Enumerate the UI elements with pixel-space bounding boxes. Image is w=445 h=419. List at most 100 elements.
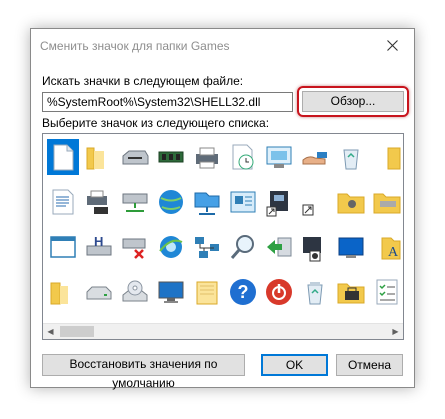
icon-cell[interactable] [335, 139, 367, 175]
icon-cell[interactable] [227, 184, 259, 220]
icon-list[interactable]: H A? ◀ ▶ [42, 133, 404, 340]
text-document-icon [52, 189, 74, 215]
title-bar[interactable]: Сменить значок для папки Games [31, 29, 414, 61]
drive-folder-icon [373, 193, 401, 214]
icon-cell[interactable] [119, 139, 151, 175]
globe-icon [159, 190, 183, 214]
window-icon [50, 236, 76, 258]
magnifier-icon [230, 235, 254, 259]
icon-cell[interactable] [191, 229, 223, 265]
icon-cell[interactable] [119, 229, 151, 265]
icon-cell[interactable] [299, 184, 331, 220]
icon-cell[interactable] [191, 274, 223, 310]
folder-icon [86, 147, 104, 170]
blue-screen-icon [338, 237, 364, 258]
sharing-hand-icon [302, 152, 327, 165]
horizontal-scrollbar[interactable]: ◀ ▶ [43, 323, 403, 339]
icon-cell[interactable] [47, 274, 79, 310]
yellow-folder-icon [50, 282, 68, 305]
network-drive-icon [122, 193, 148, 212]
icon-cell[interactable] [47, 139, 79, 175]
power-icon [266, 279, 292, 305]
icon-cell[interactable] [263, 274, 295, 310]
browse-button[interactable]: Обзор... [302, 91, 404, 112]
list-label: Выберите значок из следующего списка: [42, 116, 270, 130]
memory-chip-icon [158, 151, 184, 163]
icon-cell[interactable] [335, 274, 367, 310]
cd-drive-icon [122, 280, 148, 302]
icon-cell[interactable] [371, 274, 403, 310]
display-properties-icon [266, 146, 292, 168]
close-button[interactable] [370, 29, 414, 61]
file-path-input[interactable] [42, 92, 293, 112]
blank-folder-icon [196, 281, 218, 305]
icon-cell[interactable] [119, 274, 151, 310]
icon-cell[interactable] [371, 184, 403, 220]
icon-cell[interactable] [191, 139, 223, 175]
recycle-bin-icon [343, 149, 359, 170]
svg-text:H: H [94, 234, 103, 249]
help-disk-icon: H [86, 234, 112, 256]
icon-cell[interactable] [119, 184, 151, 220]
icon-cell[interactable] [155, 139, 187, 175]
toolbox-folder-icon [337, 283, 365, 304]
icon-cell[interactable] [335, 184, 367, 220]
icon-cell[interactable] [155, 184, 187, 220]
network-folder-icon [194, 192, 220, 215]
scroll-left-icon[interactable]: ◀ [43, 324, 58, 339]
folder-settings-icon [337, 193, 365, 214]
svg-text:?: ? [238, 282, 249, 302]
network-computers-icon [195, 237, 219, 258]
icon-cell[interactable] [155, 229, 187, 265]
icon-cell[interactable] [47, 184, 79, 220]
icon-cell[interactable] [83, 274, 115, 310]
help-icon: ? [230, 279, 256, 305]
svg-text:A: A [388, 245, 399, 260]
icon-cell[interactable] [191, 184, 223, 220]
cancel-button[interactable]: Отмена [336, 354, 403, 376]
dialog-title: Сменить значок для папки Games [40, 39, 230, 53]
scroll-thumb[interactable] [60, 326, 94, 337]
change-icon-dialog: Сменить значок для папки Games Искать зн… [30, 28, 415, 390]
folder-partial-icon [387, 147, 401, 170]
printer-network-icon [87, 190, 108, 214]
restore-defaults-button[interactable]: Восстановить значения по умолчанию [42, 354, 245, 390]
icon-cell[interactable]: ? [227, 274, 259, 310]
hard-drive-icon [86, 286, 112, 300]
icon-cell[interactable] [263, 229, 295, 265]
monitor-icon [158, 281, 184, 303]
ok-button[interactable]: OK [261, 354, 328, 376]
floppy-drive-icon [122, 150, 149, 165]
icon-cell[interactable] [83, 139, 115, 175]
icon-cell[interactable] [299, 139, 331, 175]
icon-cell[interactable] [155, 274, 187, 310]
internet-explorer-icon [159, 236, 183, 258]
shortcut-arrow-icon [302, 204, 314, 216]
blank-document-icon [53, 144, 74, 171]
icon-cell[interactable] [227, 139, 259, 175]
icon-cell[interactable] [227, 229, 259, 265]
green-arrow-icon [267, 237, 292, 257]
file-label: Искать значки в следующем файле: [42, 74, 244, 88]
icon-cell[interactable] [47, 229, 79, 265]
icon-cell[interactable] [299, 274, 331, 310]
icon-cell[interactable]: A [371, 229, 403, 265]
moon-badge-icon [303, 237, 321, 262]
icon-cell[interactable] [83, 184, 115, 220]
disk-shortcut-icon [266, 191, 288, 217]
close-icon [386, 39, 398, 51]
icon-cell[interactable]: H [83, 229, 115, 265]
icon-cell[interactable] [371, 139, 403, 175]
icon-cell[interactable] [299, 229, 331, 265]
icon-cell[interactable] [263, 139, 295, 175]
control-panel-icon [230, 191, 256, 213]
printer-icon [196, 147, 218, 169]
network-drive-disconnected-icon [122, 238, 146, 259]
clock-document-icon [232, 144, 254, 170]
icon-cell[interactable] [263, 184, 295, 220]
scroll-right-icon[interactable]: ▶ [388, 324, 403, 339]
checklist-icon [376, 279, 398, 305]
recycle-full-icon [307, 282, 323, 305]
font-folder-icon: A [381, 237, 401, 260]
icon-cell[interactable] [335, 229, 367, 265]
